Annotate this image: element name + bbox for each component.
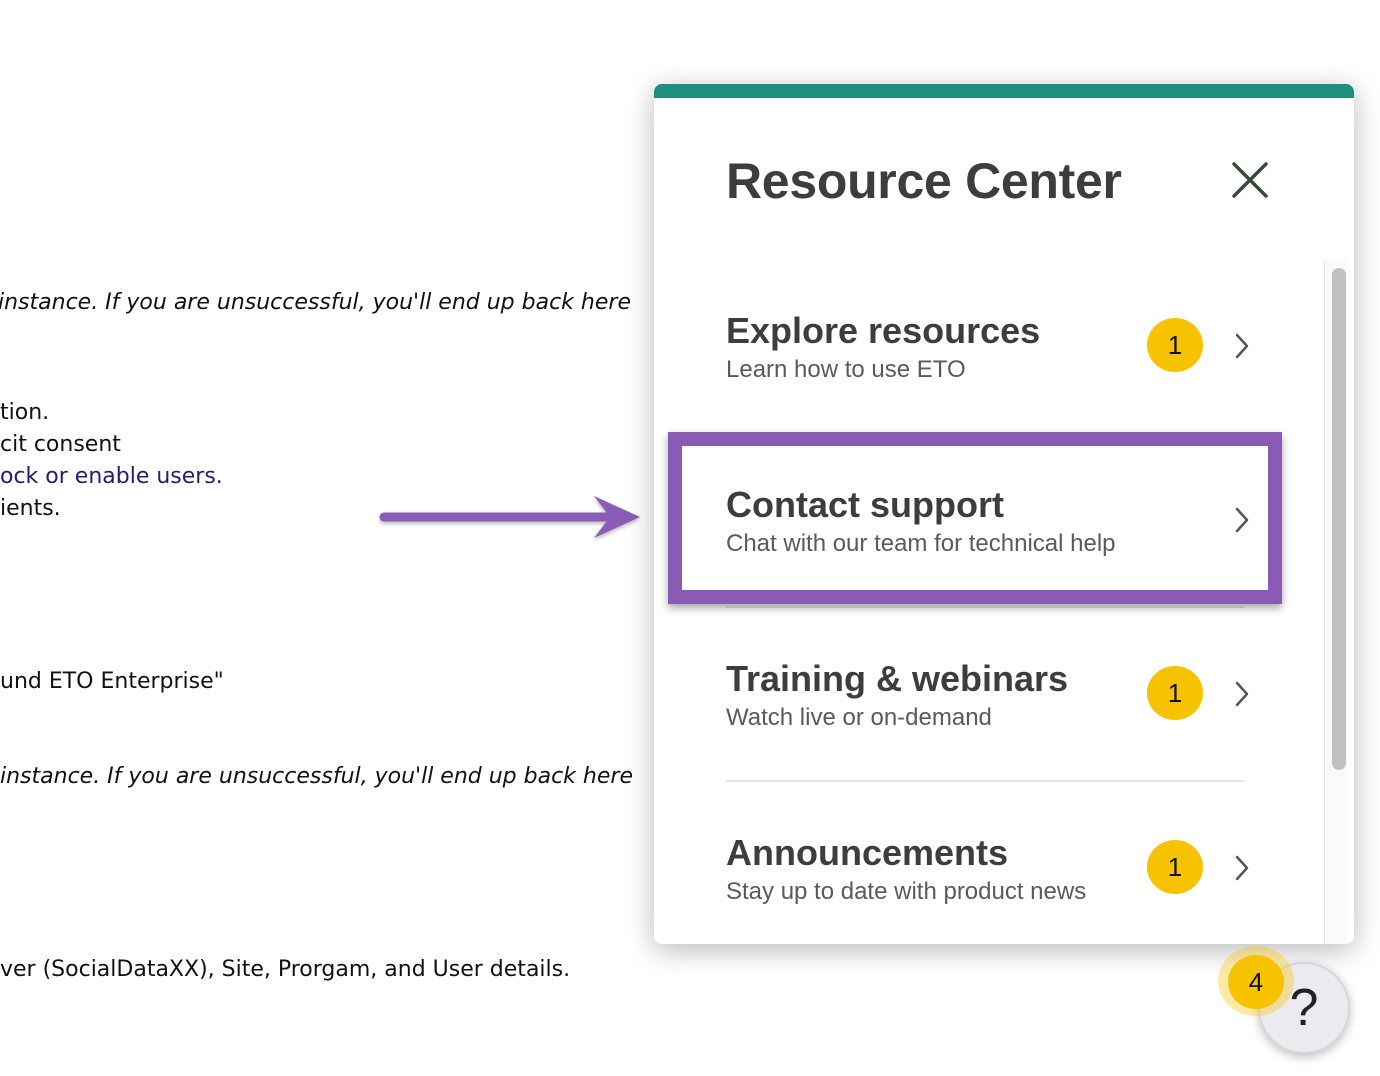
item-subtitle: Learn how to use ETO	[726, 356, 966, 383]
doc-text-line: tion.	[0, 400, 50, 425]
help-notification-badge: 4	[1228, 955, 1284, 1009]
menu-item-contact-support[interactable]: Contact support Chat with our team for t…	[654, 458, 1294, 578]
menu-item-training-webinars[interactable]: Training & webinars Watch live or on-dem…	[654, 632, 1294, 752]
item-subtitle: Stay up to date with product news	[726, 878, 1087, 905]
item-title: Training & webinars	[726, 658, 1069, 699]
close-icon[interactable]	[1228, 158, 1272, 202]
menu-item-explore-resources[interactable]: Explore resources Learn how to use ETO 1	[654, 284, 1294, 404]
doc-text-line: und ETO Enterprise"	[0, 669, 224, 694]
panel-accent-bar	[654, 84, 1354, 98]
notification-badge: 1	[1147, 318, 1203, 372]
item-subtitle: Watch live or on-demand	[726, 704, 992, 731]
doc-text-line: ver (SocialDataXX), Site, Prorgam, and U…	[0, 957, 571, 982]
scrollbar-thumb[interactable]	[1332, 268, 1346, 770]
doc-link[interactable]: ock or enable users.	[0, 464, 223, 489]
chevron-right-icon	[1235, 507, 1249, 533]
item-divider	[726, 780, 1244, 782]
chevron-right-icon	[1235, 681, 1249, 707]
panel-title: Resource Center	[726, 153, 1122, 209]
item-divider	[726, 606, 1244, 608]
doc-text-line: cit consent	[0, 432, 121, 457]
chevron-right-icon	[1235, 333, 1249, 359]
doc-text-line: instance. If you are unsuccessful, you'l…	[0, 290, 631, 315]
item-subtitle: Chat with our team for technical help	[726, 530, 1116, 557]
notification-badge: 1	[1147, 840, 1203, 894]
item-title: Explore resources	[726, 310, 1041, 351]
chevron-right-icon	[1235, 855, 1249, 881]
doc-text-line: ients.	[0, 496, 61, 521]
menu-item-announcements[interactable]: Announcements Stay up to date with produ…	[654, 806, 1294, 926]
doc-text-line: instance. If you are unsuccessful, you'l…	[0, 764, 633, 789]
item-title: Contact support	[726, 484, 1004, 525]
item-title: Announcements	[726, 832, 1009, 873]
annotation-arrow-icon	[379, 496, 640, 538]
notification-badge: 1	[1147, 666, 1203, 720]
resource-center-panel: Resource Center Explore resources Learn …	[654, 84, 1354, 944]
